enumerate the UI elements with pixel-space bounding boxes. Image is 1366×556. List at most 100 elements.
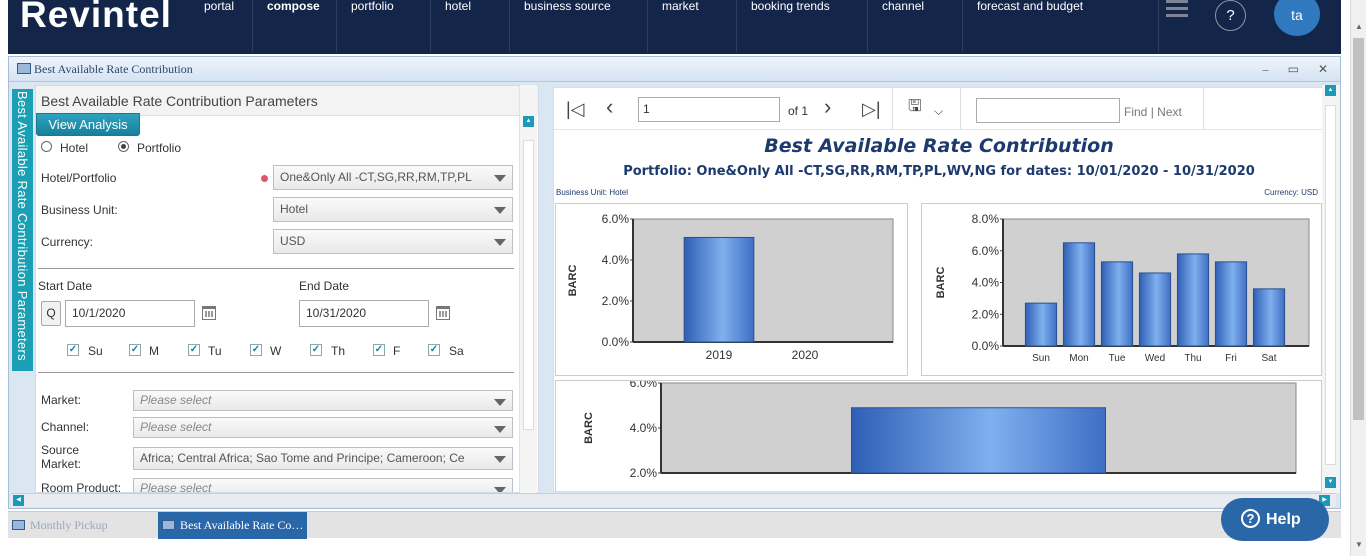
radio-hotel[interactable] <box>41 141 52 152</box>
nav-channel[interactable]: channel <box>867 0 962 52</box>
y-tick-label: 6.0% <box>602 212 630 226</box>
checkbox-f[interactable]: ✓ <box>373 344 385 356</box>
y-tick-label: 2.0% <box>630 466 658 480</box>
window-titlebar: Best Available Rate Contribution – ▭ ✕ <box>9 57 1340 82</box>
start-calendar-icon[interactable] <box>202 306 216 320</box>
currency-select[interactable]: USD <box>273 229 513 254</box>
market-label: Market: <box>41 393 82 407</box>
nav-market[interactable]: market <box>647 0 736 52</box>
y-tick-label: 0.0% <box>602 335 630 349</box>
y-tick-label: 6.0% <box>972 244 1000 258</box>
checkbox-su[interactable]: ✓ <box>67 344 79 356</box>
revintel-logo[interactable]: Revintel <box>20 0 172 36</box>
business-unit-select[interactable]: Hotel <box>273 197 513 222</box>
scroll-left-arrow-icon[interactable]: ◀ <box>13 495 24 506</box>
next-page-icon[interactable]: › <box>824 96 831 118</box>
start-date-input[interactable]: 10/1/2020 <box>65 300 195 327</box>
save-dropdown-icon[interactable]: ⌵ <box>934 102 943 120</box>
scroll-thumb[interactable] <box>1353 38 1364 420</box>
dropdown-arrow-icon <box>494 426 506 433</box>
hamburger-icon[interactable] <box>1158 0 1208 52</box>
bar-Wed <box>1138 272 1172 347</box>
task-window-icon <box>162 520 175 530</box>
bar-value <box>851 407 1106 474</box>
bar-2019 <box>683 236 755 343</box>
taskbar: Monthly Pickup Best Available Rate Co… <box>8 511 1341 539</box>
checkbox-sa[interactable]: ✓ <box>428 344 440 356</box>
parameters-side-tab[interactable]: Best Available Rate Contribution Paramet… <box>12 89 33 371</box>
nav-portal[interactable]: portal <box>190 0 234 52</box>
nav-booking-trends[interactable]: booking trends <box>736 0 867 52</box>
y-tick-label: 4.0% <box>630 421 658 435</box>
divider <box>38 372 514 373</box>
next-link[interactable]: Next <box>1157 105 1182 119</box>
maximize-icon[interactable]: ▭ <box>1288 62 1299 76</box>
nav-compose[interactable]: compose <box>252 0 336 52</box>
nav-business-source[interactable]: business source <box>509 0 647 52</box>
view-analysis-button[interactable]: View Analysis <box>36 113 140 136</box>
parameters-scrollbar[interactable]: ▲ <box>519 85 537 493</box>
find-input[interactable] <box>976 98 1120 123</box>
find-link[interactable]: Find <box>1124 105 1147 119</box>
room-product-select[interactable]: Please select <box>133 478 513 492</box>
end-date-input[interactable]: 10/31/2020 <box>299 300 429 327</box>
scroll-down-arrow-icon[interactable]: ▼ <box>1325 477 1336 488</box>
x-tick-label: 2019 <box>706 348 733 362</box>
checkbox-tu-label: Tu <box>208 344 222 358</box>
quick-date-button[interactable]: Q <box>41 301 61 326</box>
last-page-icon[interactable]: ▷| <box>862 100 881 118</box>
y-axis-label: BARC <box>935 267 947 299</box>
source-market-select[interactable]: Africa; Central Africa; Sao Tome and Pri… <box>133 447 513 470</box>
checkbox-m[interactable]: ✓ <box>129 344 141 356</box>
dropdown-arrow-icon <box>494 175 506 182</box>
checkbox-tu[interactable]: ✓ <box>188 344 200 356</box>
first-page-icon[interactable]: |◁ <box>566 100 585 118</box>
report-subtitle: Portfolio: One&Only All -CT,SG,RR,RM,TP,… <box>623 164 1255 179</box>
help-button[interactable]: ? Help <box>1221 498 1329 541</box>
checkbox-th[interactable]: ✓ <box>310 344 322 356</box>
hotel-portfolio-select[interactable]: One&Only All -CT,SG,RR,RM,TP,PL <box>273 165 513 190</box>
market-select[interactable]: Please select <box>133 390 513 411</box>
scroll-up-arrow-icon[interactable]: ▲ <box>1325 85 1336 96</box>
help-circle-button[interactable]: ? <box>1215 0 1246 31</box>
prev-page-icon[interactable]: ‹ <box>606 96 613 118</box>
report-scrollbar[interactable]: ▲ ▼ <box>1322 85 1340 493</box>
y-tick-label: 2.0% <box>602 294 630 308</box>
x-tick-label: 2020 <box>792 348 819 362</box>
business-unit-note: Business Unit: Hotel <box>556 188 629 197</box>
x-tick-label: Tue <box>1109 353 1126 364</box>
checkbox-w[interactable]: ✓ <box>250 344 262 356</box>
scroll-up-arrow-icon[interactable]: ▲ <box>523 116 534 127</box>
radio-portfolio-label: Portfolio <box>137 141 182 155</box>
x-tick-label: Fri <box>1225 353 1237 364</box>
page-number-input[interactable]: 1 <box>638 97 780 122</box>
end-calendar-icon[interactable] <box>436 306 450 320</box>
y-tick-label: 0.0% <box>972 339 1000 353</box>
scroll-thumb[interactable] <box>1325 105 1336 465</box>
bar-Fri <box>1214 261 1248 347</box>
scroll-thumb[interactable] <box>523 140 534 430</box>
source-market-label: Source Market: <box>41 443 82 471</box>
bar-Sat <box>1252 288 1286 347</box>
scroll-up-arrow-icon[interactable]: ▲ <box>1355 22 1363 31</box>
horizontal-scrollbar[interactable]: ◀ ▶ <box>11 493 1336 507</box>
nav-forecast-and-budget[interactable]: forecast and budget <box>962 0 1118 52</box>
nav-portfolio[interactable]: portfolio <box>336 0 430 52</box>
task-best-available-rate[interactable]: Best Available Rate Co… <box>158 512 307 539</box>
task-monthly-pickup[interactable]: Monthly Pickup <box>8 512 156 539</box>
channel-select[interactable]: Please select <box>133 417 513 438</box>
window-icon <box>17 63 31 74</box>
scroll-down-arrow-icon[interactable]: ▼ <box>1355 540 1363 549</box>
minimize-icon[interactable]: – <box>1263 62 1269 76</box>
radio-portfolio[interactable] <box>118 141 129 152</box>
checkbox-f-label: F <box>393 344 401 358</box>
currency-label: Currency: <box>41 235 94 249</box>
save-icon[interactable]: 🖫 <box>908 98 922 116</box>
close-icon[interactable]: ✕ <box>1318 62 1328 76</box>
nav-hotel[interactable]: hotel <box>430 0 509 52</box>
user-avatar[interactable]: ta <box>1274 0 1320 36</box>
start-date-label: Start Date <box>38 279 93 293</box>
page-scrollbar[interactable]: ▲ ▼ <box>1350 0 1366 556</box>
help-icon: ? <box>1241 509 1260 528</box>
task-window-icon <box>12 520 25 530</box>
